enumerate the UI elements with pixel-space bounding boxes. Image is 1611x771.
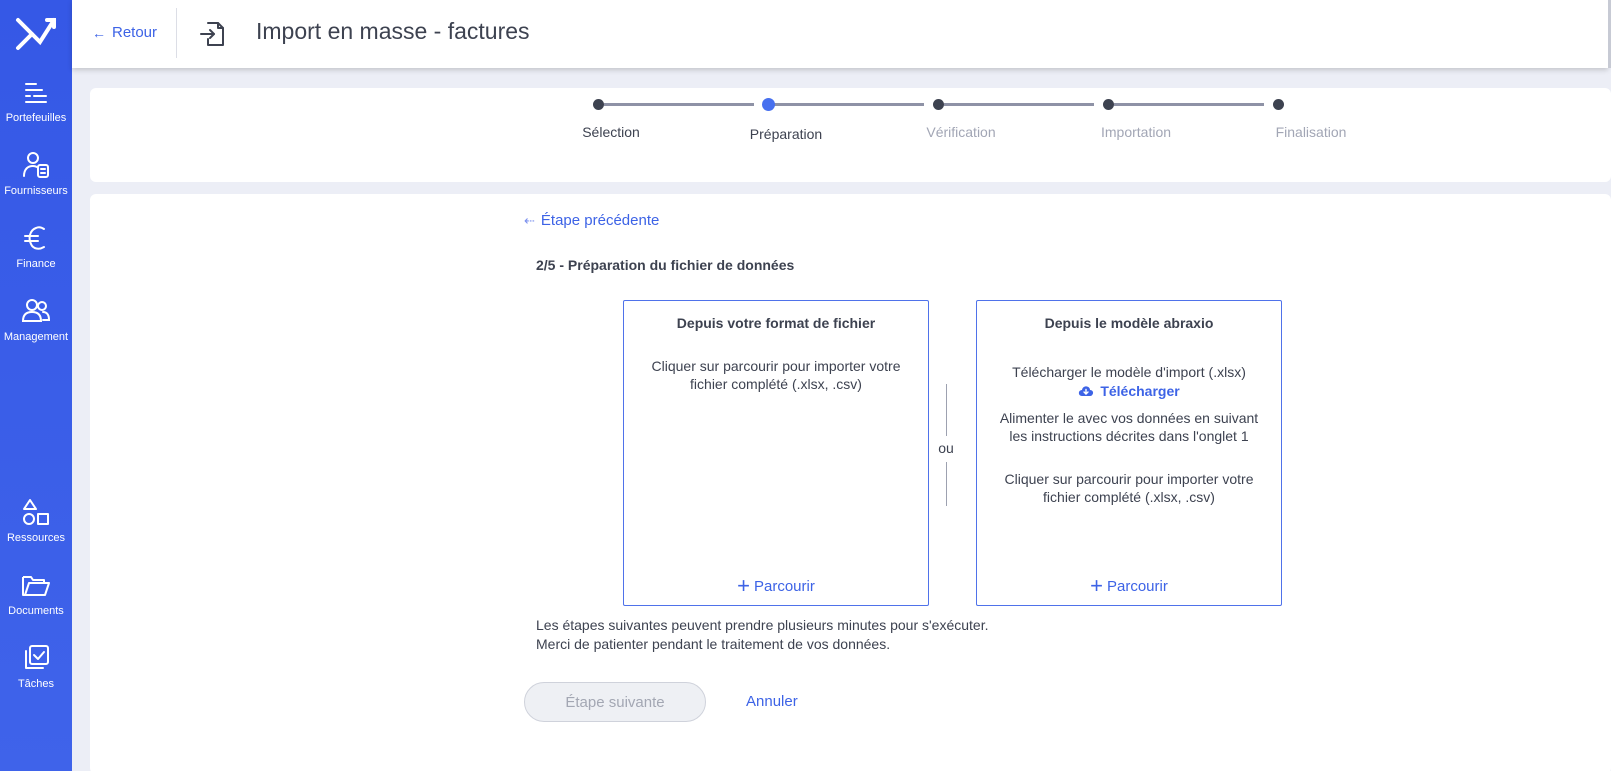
plus-icon: + — [1090, 573, 1103, 598]
step-label-verification: Vérification — [926, 124, 996, 140]
portfolio-icon — [25, 83, 47, 103]
users-icon — [21, 299, 51, 322]
separator-line — [946, 384, 947, 436]
main-content: ⇠ Étape précédente 2/5 - Préparation du … — [90, 194, 1611, 771]
template-option: Depuis le modèle abraxio Télécharger le … — [976, 300, 1282, 606]
cloud-download-icon — [1079, 386, 1094, 396]
tasks-icon — [25, 645, 49, 669]
sidebar-item-documents[interactable]: Documents — [0, 569, 72, 617]
back-label: Retour — [112, 24, 158, 41]
previous-step-button[interactable]: ⇠ Étape précédente — [524, 212, 659, 229]
previous-step-label: Étape précédente — [540, 212, 660, 229]
separator-line — [946, 462, 947, 506]
header-divider — [176, 8, 177, 58]
abraxio-logo-icon[interactable] — [14, 14, 58, 54]
stepper-line — [604, 103, 754, 106]
download-label: Télécharger — [1100, 383, 1180, 399]
arrow-left-icon: ← — [92, 24, 106, 41]
custom-format-option: Depuis votre format de fichier Cliquer s… — [623, 300, 929, 606]
sidebar-item-portefeuilles[interactable]: Portefeuilles — [0, 76, 72, 124]
step-dot-selection[interactable] — [593, 99, 604, 110]
step-label-selection[interactable]: Sélection — [582, 124, 640, 140]
page-title: Import en masse - factures — [256, 18, 530, 44]
processing-note: Les étapes suivantes peuvent prendre plu… — [536, 616, 989, 654]
step-dot-preparation[interactable] — [762, 98, 775, 111]
download-instructions: Télécharger le modèle d'import (.xlsx) — [1012, 364, 1246, 380]
step-label-importation: Importation — [1100, 124, 1172, 140]
folder-icon — [22, 576, 50, 596]
supplier-icon — [23, 152, 49, 178]
euro-icon — [24, 226, 45, 250]
sidebar-item-label: Documents — [8, 605, 64, 617]
plus-icon: + — [737, 573, 750, 598]
cancel-button[interactable]: Annuler — [746, 693, 798, 710]
sidebar-item-taches[interactable]: Tâches — [0, 642, 72, 690]
page-header: ← Retour Import en masse - factures — [72, 0, 1608, 68]
file-import-icon — [200, 22, 224, 46]
option-title: Depuis le modèle abraxio — [1044, 315, 1214, 331]
note-line: Merci de patienter pendant le traitement… — [536, 636, 891, 652]
sidebar-item-label: Portefeuilles — [5, 112, 67, 124]
stepper: Sélection Préparation Vérification Impor… — [90, 88, 1611, 182]
step-dot-verification — [933, 99, 944, 110]
browse-button[interactable]: + Parcourir — [737, 573, 815, 598]
sidebar-item-fournisseurs[interactable]: Fournisseurs — [0, 149, 72, 197]
sidebar-item-label: Tâches — [17, 678, 55, 690]
sidebar-item-label: Ressources — [6, 532, 66, 544]
download-template-button[interactable]: Télécharger — [977, 383, 1281, 399]
next-step-button[interactable]: Étape suivante — [524, 682, 706, 722]
stepper-line — [1114, 103, 1264, 106]
step-dot-finalisation — [1273, 99, 1284, 110]
stepper-line — [944, 103, 1094, 106]
back-button[interactable]: ← Retour — [92, 24, 157, 41]
section-title: 2/5 - Préparation du fichier de données — [536, 257, 795, 273]
sidebar: Portefeuilles Fournisseurs Finance Manag… — [0, 0, 72, 771]
step-label-preparation[interactable]: Préparation — [750, 126, 822, 142]
browse-label: Parcourir — [1107, 577, 1168, 595]
sidebar-item-label: Finance — [16, 258, 56, 270]
stepper-line — [774, 103, 924, 106]
import-instructions: Cliquer sur parcourir pour importer votr… — [1004, 471, 1254, 505]
sidebar-item-label: Management — [3, 331, 69, 343]
step-label-finalisation: Finalisation — [1275, 124, 1347, 140]
shapes-icon — [23, 499, 49, 525]
sidebar-item-finance[interactable]: Finance — [0, 222, 72, 270]
option-title: Depuis votre format de fichier — [676, 315, 876, 331]
browse-button[interactable]: + Parcourir — [1090, 573, 1168, 598]
step-dot-importation — [1103, 99, 1114, 110]
sidebar-item-ressources[interactable]: Ressources — [0, 496, 72, 544]
or-label: ou — [938, 440, 954, 456]
browse-label: Parcourir — [754, 577, 815, 595]
sidebar-item-label: Fournisseurs — [4, 185, 68, 197]
fill-instructions: Alimenter le avec vos données en suivant… — [999, 410, 1259, 444]
sidebar-item-management[interactable]: Management — [0, 295, 72, 343]
arrow-left-icon: ⇠ — [524, 212, 535, 228]
option-instructions: Cliquer sur parcourir pour importer votr… — [651, 358, 901, 392]
note-line: Les étapes suivantes peuvent prendre plu… — [536, 617, 989, 633]
